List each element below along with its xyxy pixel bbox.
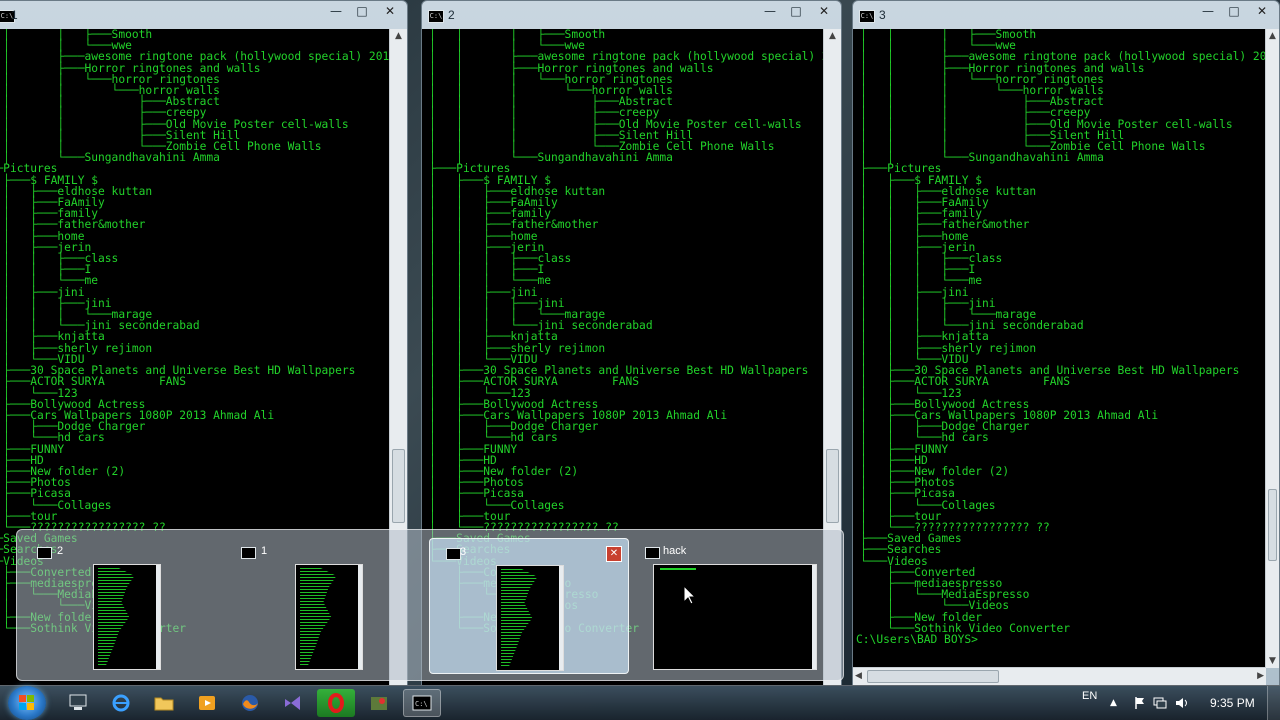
maximize-button[interactable]: □ [1221,3,1247,20]
internet-explorer-icon [112,694,130,712]
maximize-button[interactable]: □ [783,3,809,20]
thumbnail-label: 3 [460,546,467,558]
window-title: 1 [11,8,18,22]
show-hidden-icons-icon[interactable]: ▲ [1110,696,1124,710]
language-indicator[interactable]: EN [1082,690,1097,702]
title-bar[interactable]: C:\ 3 — □ ✕ [853,1,1279,29]
console-icon [645,547,660,559]
maximize-button[interactable]: □ [349,3,375,20]
scroll-thumb[interactable] [826,449,839,523]
close-button[interactable]: ✕ [1247,3,1277,20]
taskbar-thumbnail-flyout: 2 1 3 ✕ hack [16,529,844,681]
scroll-right-arrow-icon[interactable]: ▶ [1257,670,1264,683]
clock[interactable]: 9:35 PM [1210,696,1255,710]
thumbnail-label: hack [663,545,687,557]
scroll-thumb[interactable] [1268,489,1277,561]
console-icon: C:\ [428,10,444,23]
title-bar[interactable]: C:\ 2 — □ ✕ [422,1,841,29]
windows-logo-icon [19,695,34,710]
thumbnail-preview [496,565,564,671]
minimize-button[interactable]: — [1195,3,1221,20]
title-bar[interactable]: C:\ 1 — □ ✕ [0,1,407,29]
thumbnail-preview [93,564,161,670]
opera-icon [328,693,344,713]
tree-output: │ │ │ │ ├───Smooth │ │ │ │ └───wwe │ │ │… [860,29,1266,635]
horizontal-scrollbar[interactable]: ◀ ▶ [853,667,1266,685]
close-button[interactable]: ✕ [375,3,405,20]
taskbar-vs-button[interactable] [274,689,312,717]
scroll-thumb[interactable] [392,449,405,523]
thumbnail-close-button[interactable]: ✕ [606,546,622,562]
close-button[interactable]: ✕ [809,3,839,20]
thumbnail-preview [653,564,817,670]
minimize-button[interactable]: — [323,3,349,20]
taskbar: C:\ EN ▲ 9:35 PM [0,685,1280,720]
console-icon [37,547,52,559]
console-icon [241,547,256,559]
taskbar-explorer-button[interactable] [145,689,183,717]
command-prompt-icon: C:\ [412,695,432,711]
console-window-3[interactable]: C:\ 3 — □ ✕ │ │ │ │ ├───Smooth │ │ │ │ └… [852,0,1280,686]
visual-studio-icon [285,696,300,710]
action-center-flag-icon[interactable] [1133,696,1147,710]
taskbar-ie-button[interactable] [102,689,140,717]
folder-icon [154,697,174,711]
media-player-icon [199,696,215,710]
thumbnail-window-2[interactable]: 2 [21,538,221,674]
scroll-up-arrow-icon[interactable]: ▲ [1266,29,1279,43]
thumbnail-window-hack[interactable]: hack [635,538,835,674]
minimize-button[interactable]: — [757,3,783,20]
scroll-left-arrow-icon[interactable]: ◀ [855,670,862,683]
prompt-line [660,568,696,570]
taskbar-app-button[interactable] [360,689,398,717]
vertical-scrollbar[interactable]: ▲ ▼ [1265,29,1279,668]
thumbnail-label: 1 [261,545,268,557]
taskbar-opera-button[interactable] [317,689,355,717]
volume-icon[interactable] [1175,696,1189,710]
taskbar-cmd-button[interactable]: C:\ [403,689,441,717]
thumbnail-preview [295,564,363,670]
console-icon [446,548,461,560]
hscroll-thumb[interactable] [867,670,999,683]
computer-icon [69,694,87,710]
console-icon: C:\ [859,10,875,23]
thumbnail-window-3[interactable]: 3 ✕ [429,538,629,674]
show-desktop-button[interactable] [1267,686,1280,720]
thumbnail-window-1[interactable]: 1 [225,538,425,674]
console-output[interactable]: │ │ │ │ ├───Smooth │ │ │ │ └───wwe │ │ │… [853,29,1266,668]
start-button[interactable] [8,686,46,720]
window-title: 2 [448,8,455,22]
taskbar-firefox-button[interactable] [231,689,269,717]
scroll-up-arrow-icon[interactable]: ▲ [390,29,407,43]
thumbnail-label: 2 [57,545,64,557]
scroll-down-arrow-icon[interactable]: ▼ [1266,654,1279,668]
window-title: 3 [879,8,886,22]
network-icon[interactable] [1153,696,1167,710]
svg-text:C:\: C:\ [415,700,428,708]
command-prompt[interactable]: C:\Users\BAD BOYS> [856,634,1266,645]
taskbar-desktop-button[interactable] [59,689,97,717]
mouse-cursor-icon [684,586,696,605]
firefox-icon [242,695,258,711]
taskbar-media-button[interactable] [188,689,226,717]
scroll-up-arrow-icon[interactable]: ▲ [824,29,841,43]
app-icon [371,697,387,710]
